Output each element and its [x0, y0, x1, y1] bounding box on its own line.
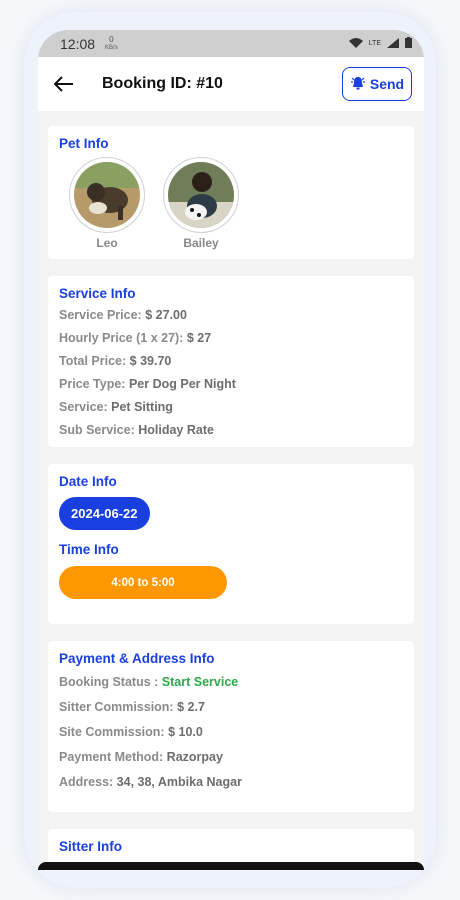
alarm-bell-icon: [350, 75, 366, 94]
pet-avatar: [69, 157, 145, 233]
battery-icon: [405, 37, 412, 50]
app-bar: Booking ID: #10 Send: [38, 57, 424, 111]
wifi-icon: [348, 37, 363, 50]
time-slot-chip[interactable]: 4:00 to 5:00: [59, 566, 227, 599]
date-info-title: Date Info: [59, 474, 117, 489]
content: Pet Info Leo Bailey Service Info Service…: [38, 111, 424, 870]
site-commission-row: Site Commission: $ 10.0: [59, 725, 203, 739]
service-price-row: Service Price: $ 27.00: [59, 308, 187, 322]
status-time: 12:08: [60, 35, 96, 52]
time-info-title: Time Info: [59, 542, 119, 557]
sub-service-row: Sub Service: Holiday Rate: [59, 423, 214, 437]
payment-method-row: Payment Method: Razorpay: [59, 750, 223, 764]
send-label: Send: [369, 76, 405, 92]
pet-info-title: Pet Info: [59, 136, 109, 151]
net-speed: 0 KB/s: [105, 34, 118, 51]
signal-icon: [387, 37, 399, 50]
app-screen: 12:08 0 KB/s LTE Booking ID: #10 Send Pe…: [38, 30, 424, 870]
service-row: Service: Pet Sitting: [59, 400, 173, 414]
status-badge: Start Service: [161, 675, 239, 689]
back-arrow-icon[interactable]: [54, 72, 78, 96]
payment-info-title: Payment & Address Info: [59, 651, 215, 666]
sitter-info-title: Sitter Info: [59, 839, 122, 854]
page-title: Booking ID: #10: [102, 75, 223, 92]
status-bar: 12:08 0 KB/s LTE: [38, 30, 424, 57]
pet-item[interactable]: Bailey: [163, 157, 239, 250]
carrier-label: LTE: [368, 40, 381, 47]
pet-name: Leo: [96, 236, 118, 250]
total-price-row: Total Price: $ 39.70: [59, 354, 172, 368]
service-info-title: Service Info: [59, 286, 136, 301]
address-row: Address: 34, 38, Ambika Nagar: [59, 775, 242, 789]
bottom-edge: [38, 862, 424, 870]
booking-status-row: Booking Status : Start Service: [59, 675, 239, 689]
sitter-commission-row: Sitter Commission: $ 2.7: [59, 700, 205, 714]
payment-info-card: Payment & Address Info Booking Status : …: [48, 641, 414, 812]
price-type-row: Price Type: Per Dog Per Night: [59, 377, 236, 391]
pet-info-card: Pet Info Leo Bailey: [48, 126, 414, 259]
pet-item[interactable]: Leo: [69, 157, 145, 250]
service-info-card: Service Info Service Price: $ 27.00 Hour…: [48, 276, 414, 447]
date-info-card: Date Info 2024-06-22 Time Info 4:00 to 5…: [48, 464, 414, 624]
hourly-price-row: Hourly Price (1 x 27): $ 27: [59, 331, 212, 345]
date-chip[interactable]: 2024-06-22: [59, 497, 150, 530]
pet-name: Bailey: [183, 236, 219, 250]
send-button[interactable]: Send: [342, 67, 412, 101]
pet-avatar: [163, 157, 239, 233]
